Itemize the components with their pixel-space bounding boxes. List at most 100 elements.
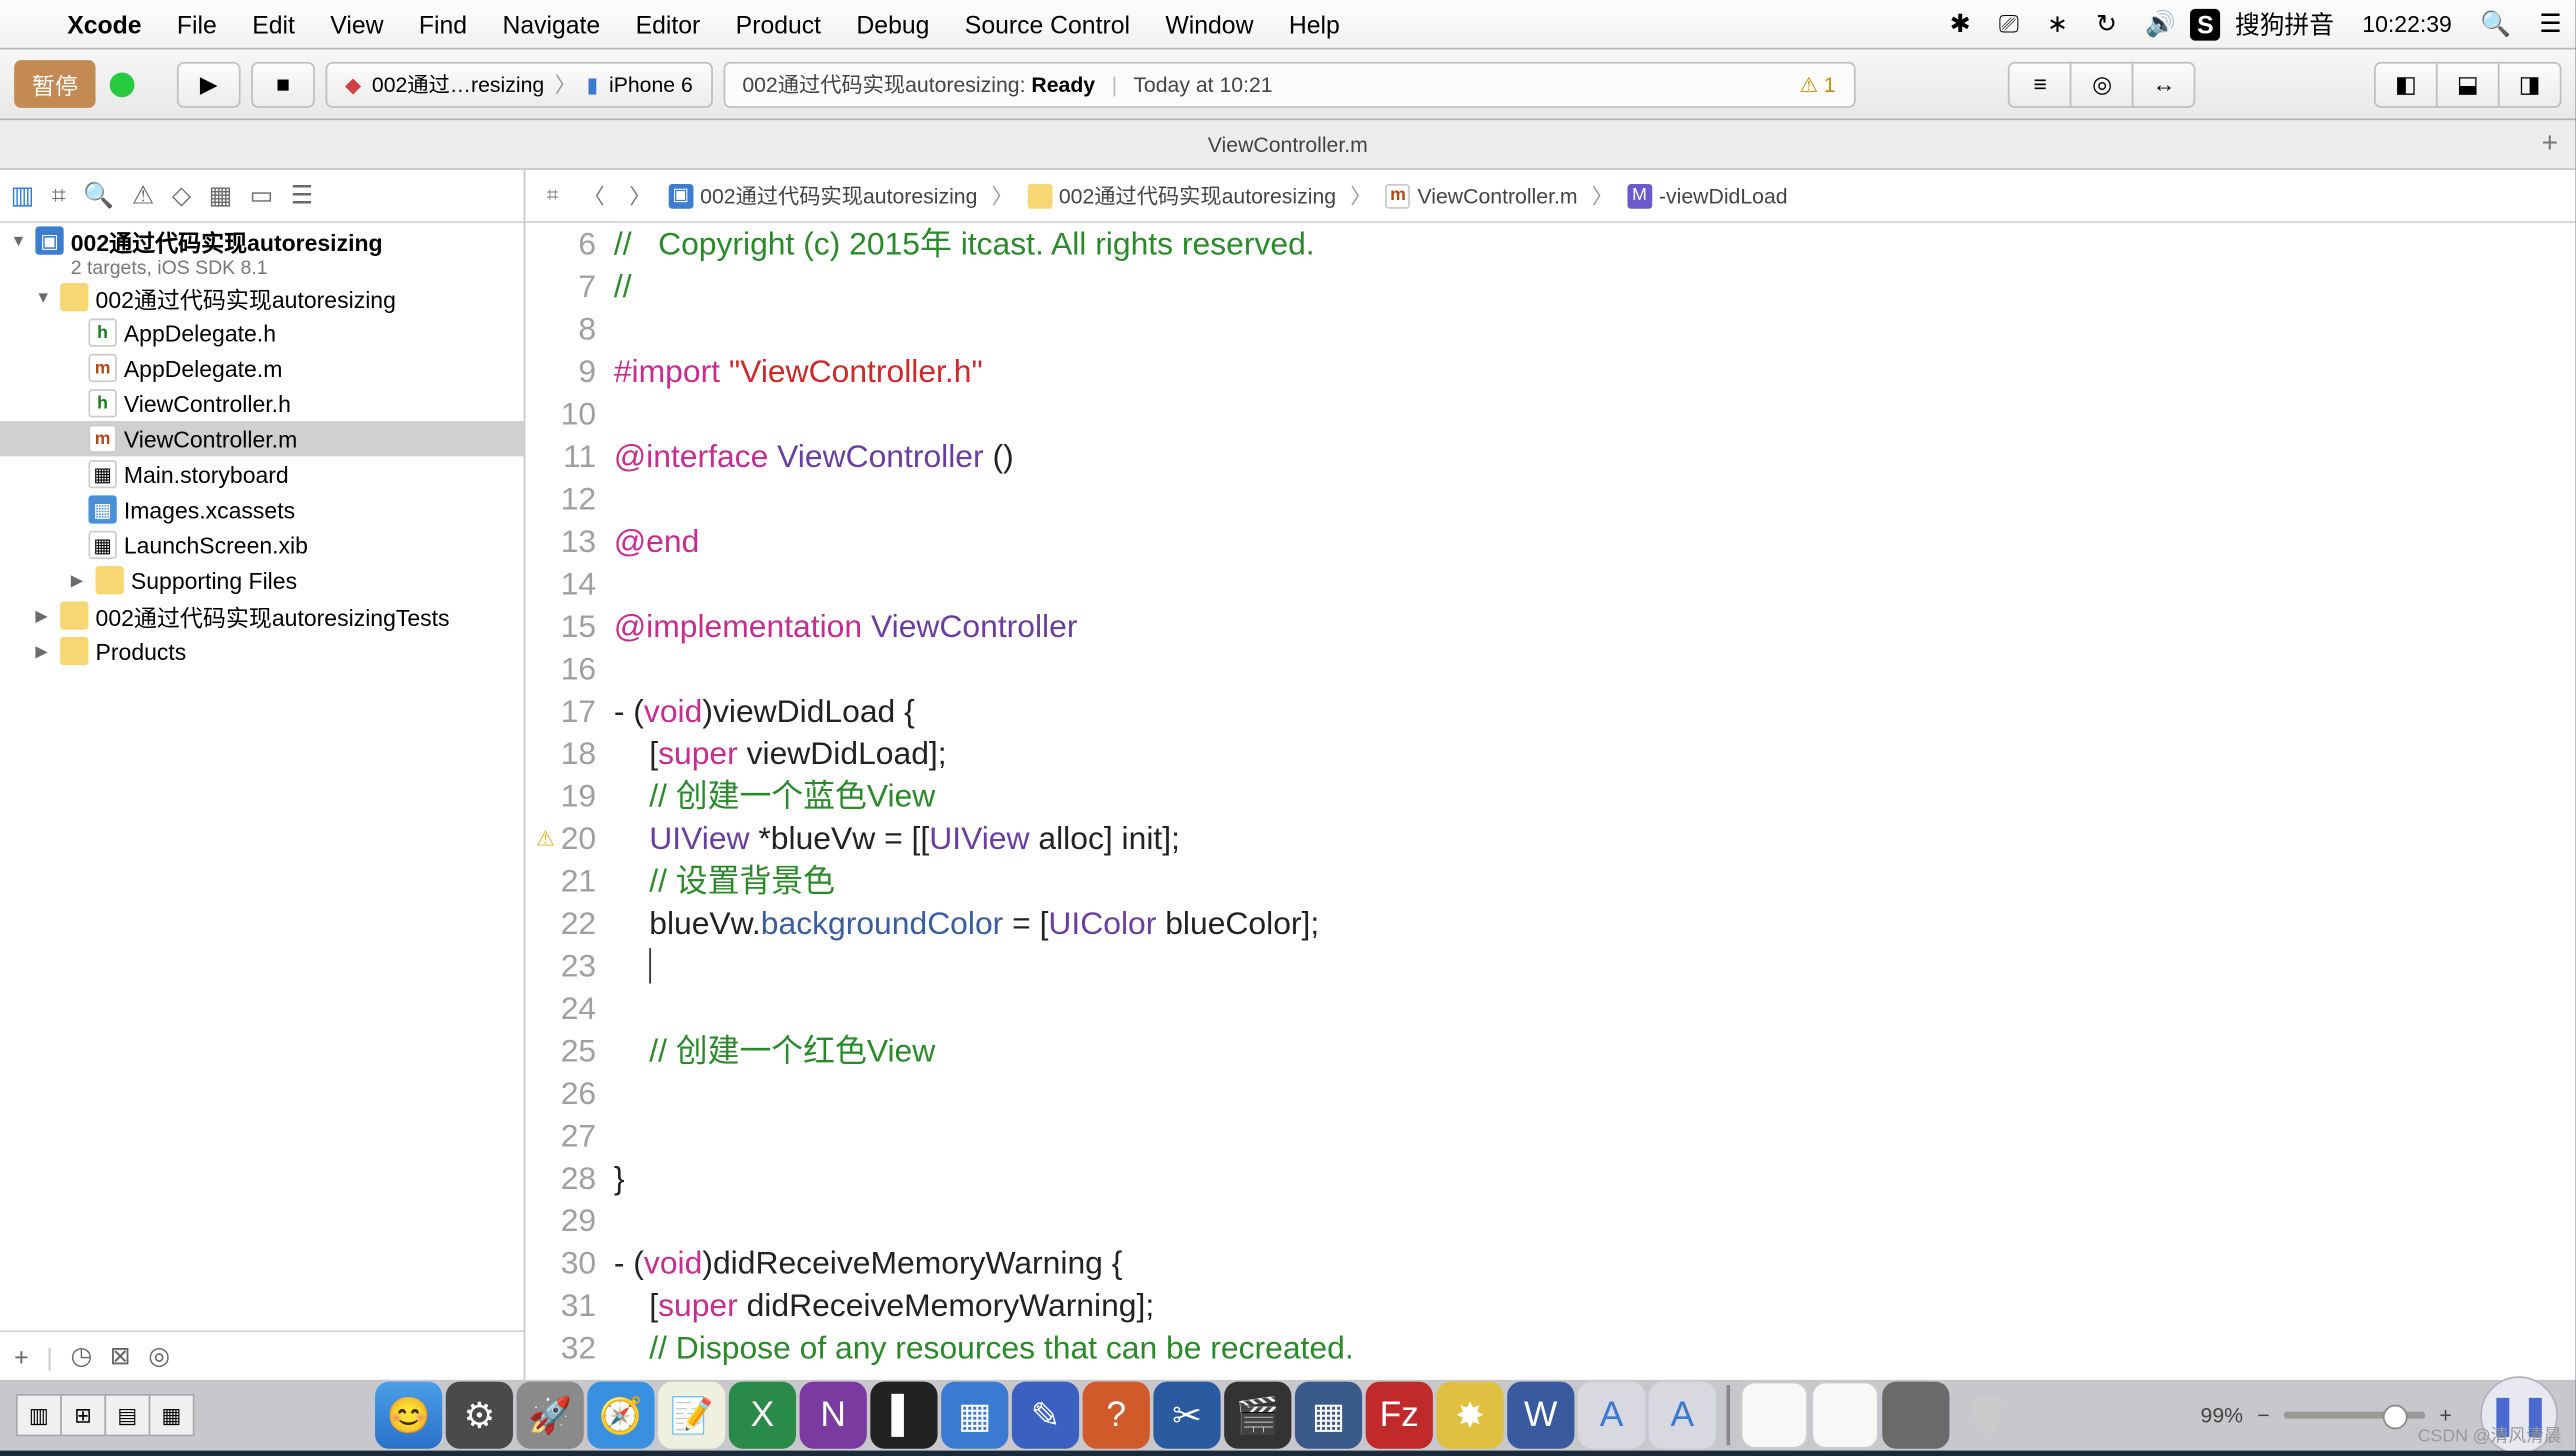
dock-doc-2[interactable] [1811,1382,1878,1449]
tree-file-viewcontroller-m[interactable]: mViewController.m [0,421,524,456]
add-button[interactable]: + [14,1342,28,1370]
tree-file-viewcontroller-h[interactable]: hViewController.h [0,386,524,421]
vt-4[interactable]: ▦ [149,1394,195,1436]
vt-3[interactable]: ▤ [104,1394,150,1436]
scheme-selector[interactable]: ◆ 002通过…resizing 〉 ▮ iPhone 6 [326,61,713,107]
dock-app-4[interactable]: ✂ [1153,1382,1220,1449]
dock-app-7[interactable]: ✸ [1436,1382,1503,1449]
volume-icon[interactable]: 🔊 [2131,9,2190,39]
dock-safari[interactable]: 🧭 [587,1382,654,1449]
toggle-utilities-button[interactable]: ◨ [2498,61,2562,107]
dock-xcode-2[interactable]: A [1649,1382,1716,1449]
dock-doc-1[interactable] [1741,1382,1808,1449]
tree-group-main[interactable]: ▼ 002通过代码实现autoresizing [0,280,524,315]
version-editor-button[interactable]: ↔ [2132,61,2196,107]
tree-file-images-xcassets[interactable]: ▦Images.xcassets [0,492,524,527]
debug-navigator-icon[interactable]: ▦ [209,180,232,210]
test-navigator-icon[interactable]: ◇ [172,180,191,210]
dock-app-3[interactable]: ? [1083,1382,1150,1449]
bluetooth-icon[interactable]: ∗ [2033,9,2082,39]
project-navigator-icon[interactable]: ▥ [11,180,34,210]
tree-file-appdelegate-m[interactable]: mAppDelegate.m [0,350,524,385]
warning-indicator[interactable]: ⚠ 1 [1799,72,1835,97]
screen-icon[interactable]: ⎚ [1985,9,2033,39]
dock-launchpad[interactable]: 🚀 [516,1382,583,1449]
dock-doc-3[interactable] [1882,1382,1949,1449]
dock-app-5[interactable]: 🎬 [1224,1382,1291,1449]
jump-project[interactable]: ▣002通过代码实现autoresizing [668,180,977,210]
vt-1[interactable]: ▥ [16,1394,62,1436]
clock[interactable]: 10:22:39 [2348,11,2466,38]
tree-file-appdelegate-h[interactable]: hAppDelegate.h [0,315,524,350]
tree-group-supporting[interactable]: ▶Supporting Files [0,563,524,598]
dock-onenote[interactable]: N [800,1382,867,1449]
dock-app-6[interactable]: ▦ [1295,1382,1362,1449]
assistant-editor-button[interactable]: ◎ [2070,61,2134,107]
dock-terminal[interactable]: ▌ [870,1382,937,1449]
toggle-debug-button[interactable]: ⬓ [2436,61,2500,107]
menu-source-control[interactable]: Source Control [947,10,1148,38]
back-button[interactable]: 〈 [576,180,611,210]
menu-debug[interactable]: Debug [839,10,947,38]
dock-app-1[interactable]: ▦ [941,1382,1008,1449]
menu-find[interactable]: Find [401,10,485,38]
spotlight-icon[interactable]: 🔍 [2466,9,2525,39]
sync-icon[interactable]: ✱ [1936,9,1985,39]
menu-navigate[interactable]: Navigate [485,10,618,38]
new-tab-button[interactable]: + [2541,128,2558,160]
app-menu[interactable]: Xcode [50,10,160,38]
dock-excel[interactable]: X [729,1382,796,1449]
menu-view[interactable]: View [313,10,402,38]
related-items-button[interactable]: ⌗ [540,182,566,209]
dock-word[interactable]: W [1507,1382,1574,1449]
zoom-slider[interactable] [2284,1412,2426,1419]
jump-file[interactable]: mViewController.m [1386,183,1578,208]
find-navigator-icon[interactable]: 🔍 [83,180,114,210]
menu-product[interactable]: Product [718,10,839,38]
ime-label[interactable]: 搜狗拼音 [2221,6,2348,41]
tree-file-launchscreen-xib[interactable]: ▦LaunchScreen.xib [0,527,524,562]
notifications-icon[interactable]: ☰ [2525,9,2576,39]
dock-filezilla[interactable]: Fz [1366,1382,1433,1449]
issue-navigator-icon[interactable]: ⚠ [132,180,154,210]
dock-app-2[interactable]: ✎ [1012,1382,1079,1449]
zoom-out-button[interactable]: − [2257,1403,2269,1428]
tree-project-row[interactable]: ▼▣ 002通过代码实现autoresizing [0,223,524,258]
storyboard-icon: ▦ [88,460,116,488]
sogou-icon[interactable]: S [2190,8,2221,40]
standard-editor-button[interactable]: ≡ [2008,61,2072,107]
filter-field[interactable]: ◎ [148,1341,170,1371]
menu-edit[interactable]: Edit [235,10,313,38]
jump-group[interactable]: 002通过代码实现autoresizing [1027,180,1336,210]
traffic-zoom[interactable] [110,72,135,97]
symbol-navigator-icon[interactable]: ⌗ [52,180,66,210]
vt-2[interactable]: ⊞ [60,1394,106,1436]
dock-xcode-1[interactable]: A [1578,1382,1645,1449]
tree-file-main-storyboard[interactable]: ▦Main.storyboard [0,456,524,491]
navigator: ▥ ⌗ 🔍 ⚠ ◇ ▦ ▭ ☰ ▼▣ 002通过代码实现autoresizing… [0,170,525,1380]
tree-group-products[interactable]: ▶Products [0,633,524,668]
toggle-navigator-button[interactable]: ◧ [2374,61,2438,107]
recent-filter-icon[interactable]: ◷ [70,1341,92,1371]
dock-notes[interactable]: 📝 [658,1382,725,1449]
menu-editor[interactable]: Editor [618,10,718,38]
scm-filter-icon[interactable]: ⊠ [110,1341,131,1371]
stop-button[interactable]: ■ [251,61,315,107]
dock-trash[interactable]: 🗑 [1953,1382,2020,1449]
run-button[interactable]: ▶ [177,61,241,107]
dock-settings[interactable]: ⚙ [446,1382,513,1449]
source-editor[interactable]: 6789101112131415161718192021222324252627… [525,223,2575,1380]
timemachine-icon[interactable]: ↻ [2082,9,2131,39]
menu-file[interactable]: File [159,10,234,38]
menu-window[interactable]: Window [1148,10,1271,38]
source-text[interactable]: // Copyright (c) 2015年 itcast. All right… [614,223,2576,1380]
menu-help[interactable]: Help [1271,10,1357,38]
report-navigator-icon[interactable]: ☰ [291,180,313,210]
forward-button[interactable]: 〉 [622,180,657,210]
tree-group-tests[interactable]: ▶002通过代码实现autoresizingTests [0,598,524,633]
dock-finder[interactable]: 😊 [375,1382,442,1449]
jump-method[interactable]: M-viewDidLoad [1627,183,1787,208]
pause-button[interactable]: 暂停 [14,60,95,108]
tab-current[interactable]: ViewController.m [1208,132,1368,157]
breakpoint-navigator-icon[interactable]: ▭ [250,180,273,210]
